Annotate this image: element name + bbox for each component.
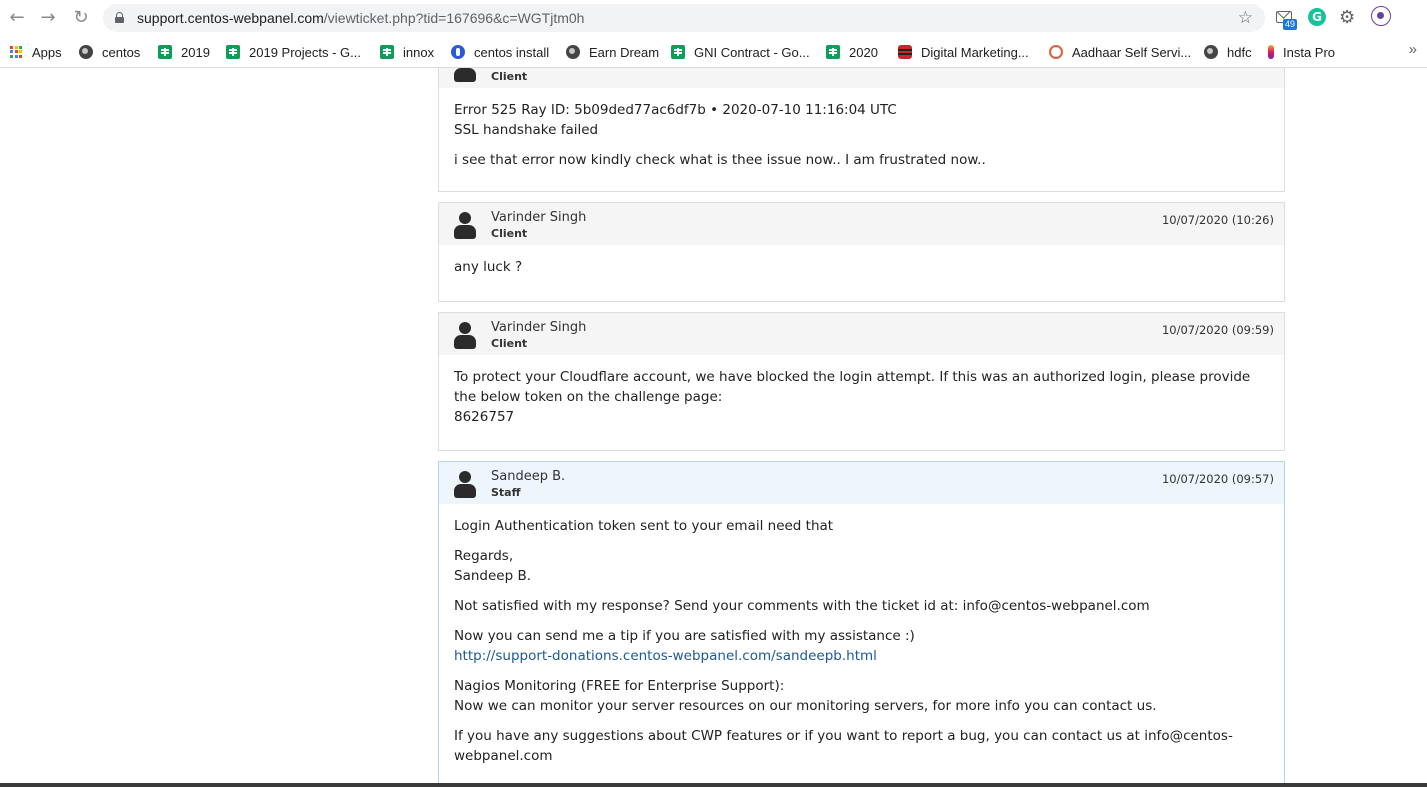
sheets-icon xyxy=(380,45,394,59)
message-header: Client xyxy=(439,68,1284,88)
message-line: Login Authentication token sent to your … xyxy=(454,518,834,534)
message-body: To protect your Cloudflare account, we h… xyxy=(439,355,1284,441)
user-avatar-icon xyxy=(454,322,476,350)
bookmark-hdfc[interactable]: hdfc xyxy=(1204,42,1252,62)
fingerprint-icon xyxy=(1049,45,1063,59)
bookmark-label: 2019 Projects - G... xyxy=(249,44,361,60)
bookmark-label: 2019 xyxy=(181,44,210,60)
browser-toolbar: ← → ↻ support.centos-webpanel.com/viewti… xyxy=(0,0,1427,36)
message-line: To protect your Cloudflare account, we h… xyxy=(454,369,1251,405)
message-line: Nagios Monitoring (FREE for Enterprise S… xyxy=(454,678,785,694)
bookmark-earn-dream[interactable]: Earn Dream xyxy=(566,42,659,62)
message-date: 10/07/2020 (10:26) xyxy=(1161,213,1274,227)
bookmark-label: hdfc xyxy=(1227,44,1252,60)
extensions-puzzle-icon[interactable]: ⚙ xyxy=(1339,8,1359,28)
url-host: support.centos-webpanel.com xyxy=(137,10,324,26)
bookmark-digital-marketing[interactable]: Digital Marketing... xyxy=(898,42,1029,62)
user-avatar-icon xyxy=(454,68,476,83)
message-line: Now you can send me a tip if you are sat… xyxy=(454,628,915,644)
bookmark-label: centos xyxy=(102,44,141,60)
sheets-icon xyxy=(158,45,172,59)
bookmark-2019[interactable]: 2019 xyxy=(158,42,210,62)
mail-extension-icon[interactable]: 49 xyxy=(1276,8,1298,30)
message-date: 10/07/2020 (09:59) xyxy=(1161,323,1274,337)
globe-icon xyxy=(79,45,93,59)
message-role: Client xyxy=(491,70,528,83)
ticket-page: Client Error 525 Ray ID: 5b09ded77ac6df7… xyxy=(0,68,1427,783)
forward-arrow-icon[interactable]: → xyxy=(37,7,59,29)
url-text[interactable]: support.centos-webpanel.com/viewticket.p… xyxy=(137,10,584,26)
message-author: Sandeep B. xyxy=(491,469,566,484)
bookmark-label: 2020 xyxy=(849,44,878,60)
bookmark-label: Earn Dream xyxy=(589,44,660,60)
bookmark-insta-pro[interactable]: Insta Pro xyxy=(1268,42,1335,62)
shield-icon xyxy=(451,45,465,59)
globe-icon xyxy=(566,45,580,59)
bookmark-centos-install[interactable]: centos install xyxy=(451,42,549,62)
mail-count-badge: 49 xyxy=(1283,19,1298,30)
message-author: Varinder Singh xyxy=(491,320,587,335)
message-line: If you have any suggestions about CWP fe… xyxy=(454,728,1233,764)
user-avatar-icon xyxy=(454,212,476,240)
sheets-icon xyxy=(226,45,240,59)
ticket-message: Varinder Singh Client 10/07/2020 (09:59)… xyxy=(438,312,1285,451)
address-bar[interactable]: support.centos-webpanel.com/viewticket.p… xyxy=(103,4,1265,32)
ticket-message: Varinder Singh Client 10/07/2020 (10:26)… xyxy=(438,202,1285,302)
message-line: Regards, xyxy=(454,548,514,564)
globe-icon xyxy=(1204,45,1218,59)
more-bookmarks-chevron-icon[interactable]: » xyxy=(1409,41,1417,58)
message-line: Now we can monitor your server resources… xyxy=(454,698,1157,714)
bookmark-innox[interactable]: innox xyxy=(380,42,434,62)
message-line: SSL handshake failed xyxy=(454,122,599,138)
sheets-icon xyxy=(826,45,840,59)
message-line: Sandeep B. xyxy=(454,568,531,584)
bookmark-label: GNI Contract - Go... xyxy=(694,44,810,60)
lock-icon[interactable] xyxy=(115,12,124,23)
bookmarks-bar: Apps centos 2019 2019 Projects - G... in… xyxy=(0,36,1427,68)
bookmark-label: Insta Pro xyxy=(1283,44,1336,60)
url-path: /viewticket.php?tid=167696&c=WGTjtm0h xyxy=(323,10,585,26)
bookmark-label: Aadhaar Self Servi... xyxy=(1072,44,1192,60)
bookmark-label: innox xyxy=(403,44,435,60)
reload-icon[interactable]: ↻ xyxy=(70,7,92,29)
message-header: Varinder Singh Client 10/07/2020 (09:59) xyxy=(439,313,1284,355)
bookmark-apps[interactable]: Apps xyxy=(10,42,62,62)
bookmark-aadhaar[interactable]: Aadhaar Self Servi... xyxy=(1049,42,1191,62)
message-header: Sandeep B. Staff 10/07/2020 (09:57) xyxy=(439,462,1284,504)
message-role: Client xyxy=(491,227,528,240)
message-line: Error 525 Ray ID: 5b09ded77ac6df7b • 202… xyxy=(454,102,897,118)
message-author: Varinder Singh xyxy=(491,210,587,225)
message-line: i see that error now kindly check what i… xyxy=(454,152,986,168)
message-line: Not satisfied with my response? Send you… xyxy=(454,598,1150,614)
profile-avatar-icon[interactable] xyxy=(1371,6,1391,26)
grammarly-extension-icon[interactable]: G xyxy=(1308,8,1326,26)
bookmark-label: Digital Marketing... xyxy=(921,44,1029,60)
instagram-icon xyxy=(1268,45,1274,59)
bookmark-2020[interactable]: 2020 xyxy=(826,42,878,62)
message-body: Login Authentication token sent to your … xyxy=(439,504,1284,780)
bookmark-label: centos install xyxy=(474,44,550,60)
apps-icon xyxy=(10,45,23,59)
database-icon xyxy=(898,45,912,59)
bookmark-star-icon[interactable]: ☆ xyxy=(1238,8,1253,28)
bookmark-centos[interactable]: centos xyxy=(79,42,140,62)
back-arrow-icon[interactable]: ← xyxy=(6,7,28,29)
message-line: any luck ? xyxy=(454,259,523,275)
ticket-message: Client Error 525 Ray ID: 5b09ded77ac6df7… xyxy=(438,68,1285,192)
message-body: any luck ? xyxy=(439,245,1284,291)
ticket-message-staff: Sandeep B. Staff 10/07/2020 (09:57) Logi… xyxy=(438,461,1285,783)
donation-link[interactable]: http://support-donations.centos-webpanel… xyxy=(454,648,877,664)
message-role: Client xyxy=(491,337,528,350)
message-header: Varinder Singh Client 10/07/2020 (10:26) xyxy=(439,203,1284,245)
bookmark-label: Apps xyxy=(32,44,62,60)
bookmark-2019-projects[interactable]: 2019 Projects - G... xyxy=(226,42,361,62)
message-body: Error 525 Ray ID: 5b09ded77ac6df7b • 202… xyxy=(439,88,1284,184)
bookmark-gni-contract[interactable]: GNI Contract - Go... xyxy=(671,42,810,62)
message-date: 10/07/2020 (09:57) xyxy=(1161,472,1274,486)
message-line: 8626757 xyxy=(454,409,515,425)
user-avatar-icon xyxy=(454,471,476,499)
sheets-icon xyxy=(671,45,685,59)
window-bottom-edge xyxy=(0,783,1427,787)
message-role: Staff xyxy=(491,486,521,499)
